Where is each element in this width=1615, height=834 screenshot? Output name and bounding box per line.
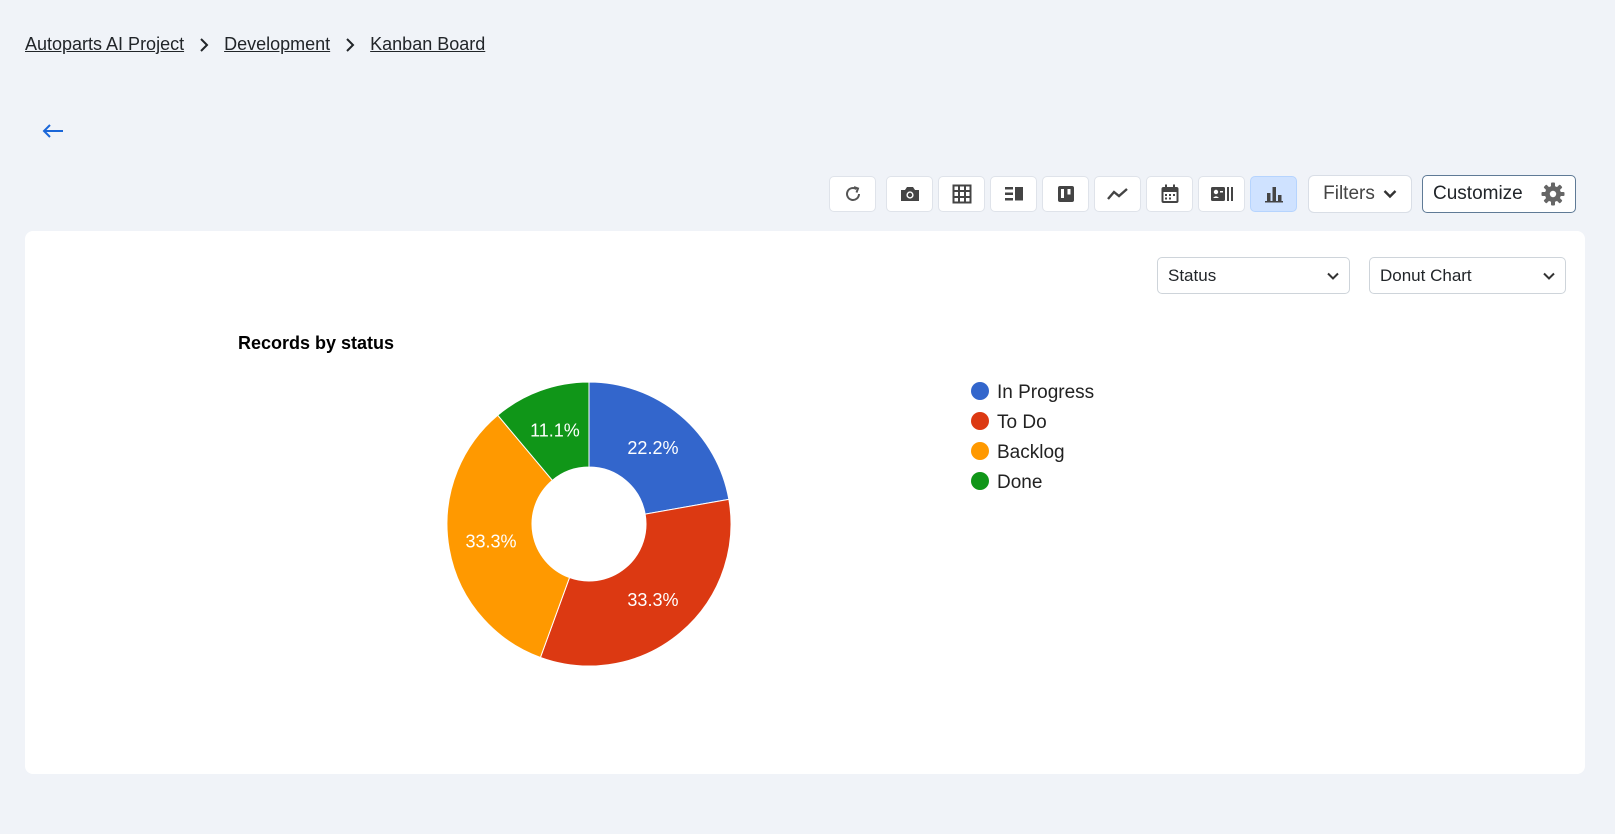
- breadcrumb-development-link[interactable]: Development: [224, 34, 330, 55]
- legend-swatch: [971, 382, 989, 400]
- list-view-icon: [1004, 187, 1023, 201]
- legend-swatch: [971, 412, 989, 430]
- chart-view-button[interactable]: [1250, 176, 1297, 212]
- refresh-icon: [845, 186, 860, 201]
- legend-swatch: [971, 442, 989, 460]
- refresh-button[interactable]: [829, 176, 876, 212]
- donut-slice-to-do[interactable]: [539, 498, 732, 667]
- slice-value-label: 22.2%: [627, 438, 678, 458]
- legend-item-in-progress[interactable]: In Progress: [997, 382, 1094, 403]
- snapshot-button[interactable]: [886, 176, 933, 212]
- filters-label: Filters: [1323, 183, 1375, 204]
- chart-view-icon: [1264, 187, 1283, 203]
- calendar-view-icon: [1161, 184, 1178, 203]
- filters-button[interactable]: Filters: [1308, 175, 1412, 213]
- calendar-view-button[interactable]: [1146, 176, 1193, 212]
- timeline-view-icon: [1106, 188, 1128, 200]
- list-view-button[interactable]: [990, 176, 1037, 212]
- table-view-button[interactable]: [938, 176, 985, 212]
- breadcrumb-kanban-board-link[interactable]: Kanban Board: [370, 34, 485, 55]
- legend-item-to-do[interactable]: To Do: [997, 412, 1047, 433]
- chevron-right-icon: [184, 34, 224, 55]
- gallery-view-button[interactable]: [1198, 176, 1245, 212]
- table-view-icon: [952, 184, 971, 204]
- legend-swatch: [971, 472, 989, 490]
- breadcrumb: Autoparts AI Project Development Kanban …: [25, 34, 485, 55]
- gear-icon: [1541, 182, 1565, 206]
- chart-title: Records by status: [238, 333, 394, 353]
- chart-card: Status Donut Chart Records by status 22.…: [25, 231, 1585, 774]
- slice-value-label: 11.1%: [530, 421, 580, 441]
- arrow-left-icon: [42, 124, 63, 138]
- customize-label: Customize: [1433, 183, 1523, 204]
- kanban-view-button[interactable]: [1042, 176, 1089, 212]
- timeline-view-button[interactable]: [1094, 176, 1141, 212]
- legend-item-backlog[interactable]: Backlog: [997, 442, 1065, 463]
- camera-icon: [900, 187, 919, 201]
- slice-value-label: 33.3%: [627, 590, 678, 610]
- chevron-down-icon: [1383, 190, 1397, 199]
- donut-chart: Records by status 22.2% 33.3% 33.3% 11.1% I…: [238, 333, 1094, 667]
- gallery-view-icon: [1210, 187, 1233, 201]
- chevron-right-icon: [330, 34, 370, 55]
- view-toolbar: Filters Customize: [829, 175, 1576, 213]
- kanban-view-icon: [1057, 186, 1074, 202]
- legend-item-done[interactable]: Done: [997, 472, 1042, 493]
- back-button[interactable]: [38, 118, 68, 144]
- customize-button[interactable]: Customize: [1422, 175, 1576, 213]
- slice-value-label: 33.3%: [465, 531, 516, 551]
- breadcrumb-project-link[interactable]: Autoparts AI Project: [25, 34, 184, 55]
